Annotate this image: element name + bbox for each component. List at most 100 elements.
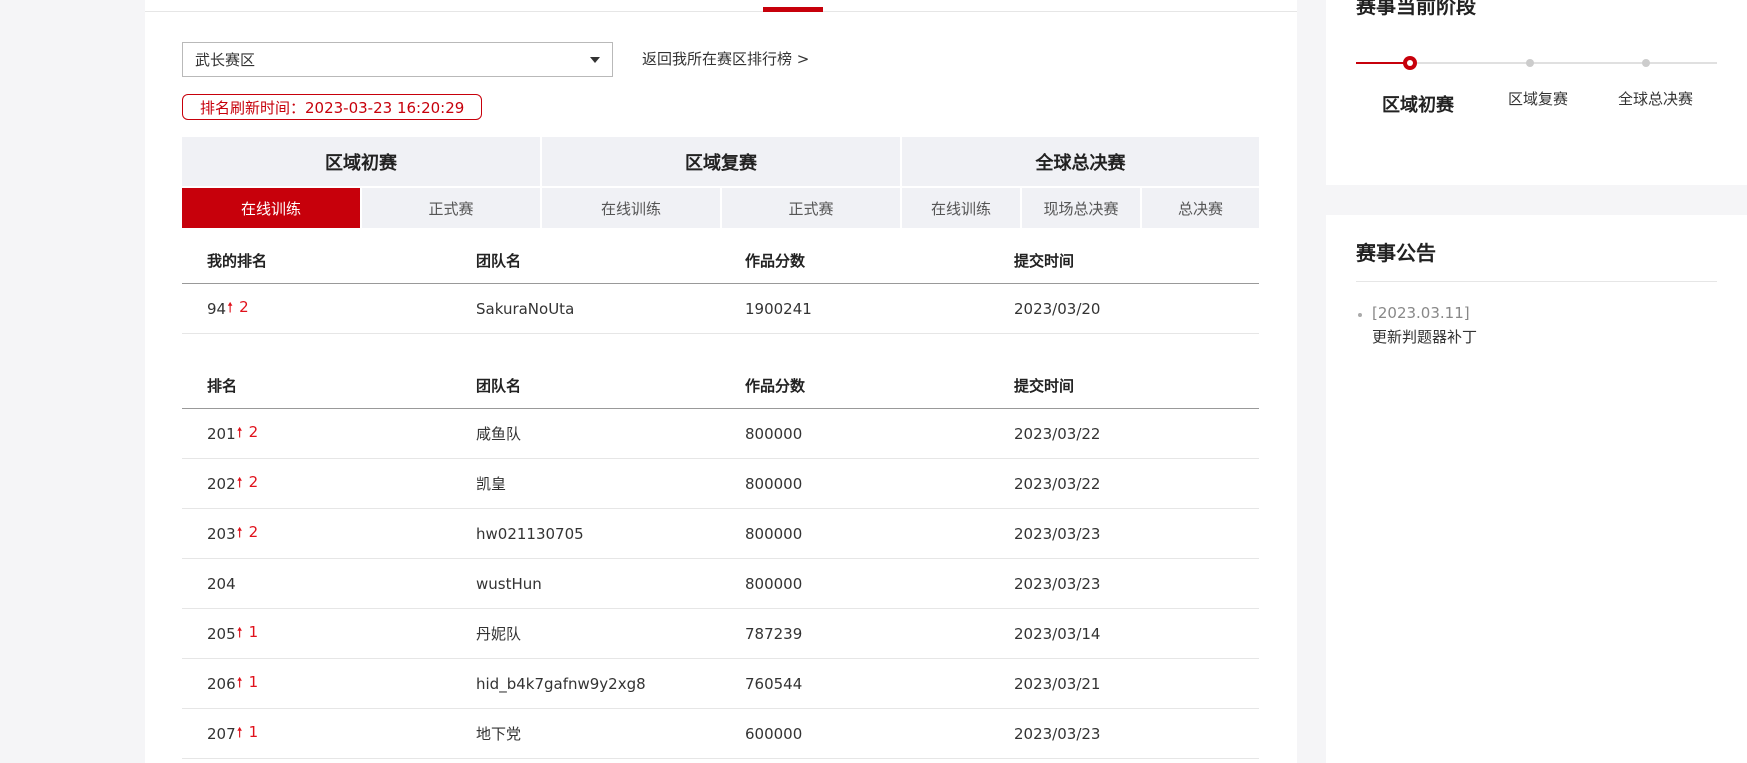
announcement-area: 赛事公告 [2023.03.11] 更新判题器补丁 [1326,0,1747,763]
arrow-up-icon: 🠕 [236,724,243,741]
team-cell: wustHun [476,574,542,593]
rank-value: 204 [207,574,236,593]
active-tab-indicator [763,7,823,12]
rank-value: 205 [207,624,236,643]
time-cell: 2023/03/23 [1014,574,1101,593]
time-cell: 2023/03/14 [1014,624,1101,643]
table-header: 排名 团队名 作品分数 提交时间 [182,362,1259,409]
rank-change: 1 [248,672,259,691]
rank-cell: 203 🠕 2 [207,509,258,558]
rank-change: 2 [239,297,249,316]
team-cell: 丹妮队 [476,625,522,643]
rank-value: 202 [207,474,236,493]
rank-cell: 205 🠕 1 [207,609,258,658]
tab-grand-final[interactable]: 总决赛 [1142,188,1259,228]
time-cell: 2023/03/22 [1014,474,1101,493]
stage-header-regional-prelim: 区域初赛 [182,137,540,186]
rank-value: 203 [207,524,236,543]
rank-value: 94 [207,299,227,318]
score-cell: 600000 [745,724,803,743]
time-cell: 2023/03/22 [1014,424,1101,443]
table-row: 204 wustHun 800000 2023/03/23 [182,559,1259,609]
arrow-up-icon: 🠕 [227,299,234,316]
col-score: 作品分数 [745,251,806,270]
my-rank-table: 我的排名 团队名 作品分数 提交时间 94 🠕 2 SakuraNoUta 1900… [182,237,1259,334]
stage-header-global-final: 全球总决赛 [902,137,1259,186]
announcement-link[interactable]: 更新判题器补丁 [1372,326,1477,347]
table-row: 206 🠕 1 hid_b4k7gafnw9y2xg8 760544 2023/03… [182,659,1259,709]
rank-cell: 201 🠕 2 [207,409,258,458]
team-cell: 凯皇 [476,475,507,493]
table-row: 202 🠕 2 凯皇 800000 2023/03/22 [182,459,1259,509]
table-row: 207 🠕 1 地下党 600000 2023/03/23 [182,709,1259,759]
rank-cell: 202 🠕 2 [207,459,258,508]
stage-header-regional-semifinal: 区域复赛 [542,137,900,186]
refresh-time-badge: 排名刷新时间：2023-03-23 16:20:29 [182,94,483,120]
col-time: 提交时间 [1014,376,1075,395]
announcement-date: [2023.03.11] [1372,304,1470,322]
refresh-time-text: 排名刷新时间：2023-03-23 16:20:29 [200,98,465,117]
team-cell: 咸鱼队 [476,425,522,443]
top-divider [145,0,1297,12]
region-select[interactable]: 武长赛区 [182,42,613,77]
table-row: 203 🠕 2 hw021130705 800000 2023/03/23 [182,509,1259,559]
score-cell: 800000 [745,424,803,443]
tab-prelim-online-training[interactable]: 在线训练 [182,188,360,228]
team-cell: 地下党 [476,725,522,743]
tab-final-onsite[interactable]: 现场总决赛 [1022,188,1140,228]
tab-semifinal-official[interactable]: 正式赛 [722,188,900,228]
time-cell: 2023/03/23 [1014,524,1101,543]
tab-final-online-training[interactable]: 在线训练 [902,188,1020,228]
ranking-panel: 武长赛区 返回我所在赛区排行榜 > 排名刷新时间：2023-03-23 16:2… [145,0,1297,763]
team-cell: hw021130705 [476,524,584,543]
rank-cell: 207 🠕 1 [207,709,258,758]
rank-change: 2 [248,472,259,491]
col-team: 团队名 [476,376,522,395]
score-cell: 1900241 [745,299,812,318]
announcement-title: 赛事公告 [1356,241,1436,265]
announcement-divider [1356,281,1717,282]
arrow-up-icon: 🠕 [236,524,243,541]
rank-change: 1 [248,722,259,741]
chevron-down-icon [590,56,600,63]
region-select-value: 武长赛区 [195,51,256,69]
team-cell: SakuraNoUta [476,299,575,318]
rank-change: 2 [248,522,259,541]
col-rank: 排名 [207,376,238,395]
bullet-icon [1358,313,1362,317]
score-cell: 800000 [745,474,803,493]
rank-cell: 94 🠕 2 [207,284,249,333]
arrow-up-icon: 🠕 [236,424,243,441]
arrow-up-icon: 🠕 [236,674,243,691]
col-my-rank: 我的排名 [207,251,268,270]
score-cell: 800000 [745,574,803,593]
score-cell: 800000 [745,524,803,543]
score-cell: 760544 [745,674,803,693]
table-row: 94 🠕 2 SakuraNoUta 1900241 2023/03/20 [182,284,1259,334]
arrow-up-icon: 🠕 [236,474,243,491]
score-cell: 787239 [745,624,803,643]
rank-cell: 204 [207,559,236,608]
ranking-table: 排名 团队名 作品分数 提交时间 201 🠕 2 咸鱼队 800000 2023/0… [182,362,1259,759]
col-time: 提交时间 [1014,251,1075,270]
table-row: 205 🠕 1 丹妮队 787239 2023/03/14 [182,609,1259,659]
rank-change: 1 [248,622,259,641]
rank-value: 207 [207,724,236,743]
back-to-my-region-link[interactable]: 返回我所在赛区排行榜 > [642,48,809,69]
time-cell: 2023/03/21 [1014,674,1101,693]
announcement-card [1326,215,1747,763]
table-header: 我的排名 团队名 作品分数 提交时间 [182,237,1259,284]
table-row: 201 🠕 2 咸鱼队 800000 2023/03/22 [182,409,1259,459]
rank-value: 201 [207,424,236,443]
rank-change: 2 [248,422,259,441]
rank-value: 206 [207,674,236,693]
arrow-up-icon: 🠕 [236,624,243,641]
team-cell: hid_b4k7gafnw9y2xg8 [476,674,646,693]
time-cell: 2023/03/23 [1014,724,1101,743]
rank-cell: 206 🠕 1 [207,659,258,708]
col-team: 团队名 [476,251,522,270]
col-score: 作品分数 [745,376,806,395]
tab-prelim-official[interactable]: 正式赛 [362,188,540,228]
tab-semifinal-online-training[interactable]: 在线训练 [542,188,720,228]
time-cell: 2023/03/20 [1014,299,1101,318]
